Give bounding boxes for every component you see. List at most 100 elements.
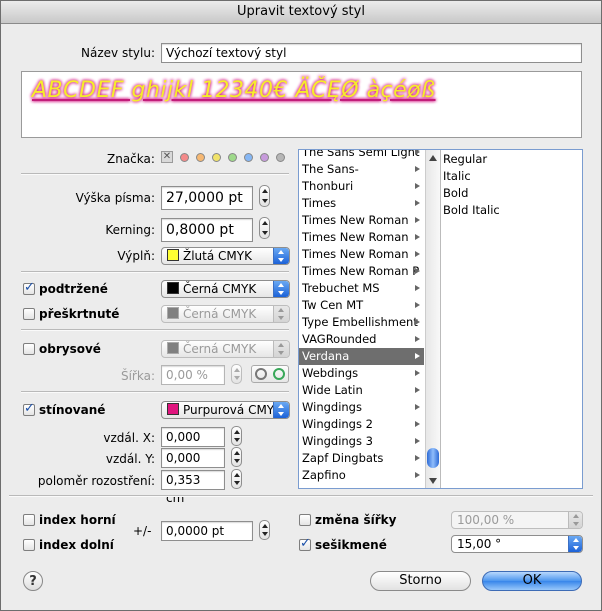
font-family-item[interactable]: Thonburi [299, 178, 424, 195]
shadow-dist-x-stepper[interactable] [231, 426, 242, 446]
font-family-item[interactable]: Times New Roman P [299, 263, 424, 280]
font-family-name: Times New Roman P [302, 264, 420, 278]
outline-position-segment[interactable] [251, 365, 289, 383]
font-family-item[interactable]: Wingdings 3 [299, 433, 424, 450]
tag-green-dot[interactable] [228, 153, 237, 162]
submenu-arrow-icon [415, 268, 420, 274]
font-family-item[interactable]: Zapfino [299, 467, 424, 482]
font-size-input[interactable]: 27,0000 pt [161, 186, 253, 210]
width-change-combobox[interactable]: 100,00 % [451, 511, 583, 529]
font-family-name: Times [302, 196, 337, 210]
scroll-down-arrow-icon[interactable] [429, 478, 437, 484]
submenu-arrow-icon [415, 166, 420, 172]
font-family-name: Trebuchet MS [302, 281, 380, 295]
slant-checkbox[interactable] [299, 536, 311, 551]
font-family-item[interactable]: Wide Latin [299, 382, 424, 399]
tag-gray-dot[interactable] [276, 153, 285, 162]
style-name-input[interactable]: Výchozí textový styl [161, 43, 582, 63]
submenu-arrow-icon [415, 421, 420, 427]
submenu-arrow-icon [415, 387, 420, 393]
font-style-item[interactable]: Italic [441, 168, 500, 185]
font-family-item[interactable]: The Sans Semi Light [299, 150, 424, 161]
strikethrough-checkbox[interactable] [23, 308, 35, 320]
font-family-scrollbar[interactable] [425, 150, 441, 488]
submenu-arrow-icon [415, 404, 420, 410]
font-family-item[interactable]: The Sans- [299, 161, 424, 178]
font-style-item[interactable]: Bold Italic [441, 202, 500, 219]
font-style-item[interactable]: Bold [441, 185, 500, 202]
outline-label: obrysové [39, 342, 101, 356]
offset-input[interactable]: 0,0000 pt [161, 521, 253, 541]
shadow-blur-stepper[interactable] [231, 469, 242, 489]
offset-stepper[interactable] [259, 520, 270, 540]
kerning-input[interactable]: 0,8000 pt [161, 218, 253, 242]
submenu-arrow-icon [415, 302, 420, 308]
tag-none-icon[interactable]: ✕ [161, 151, 173, 163]
submenu-arrow-icon [415, 234, 420, 240]
submenu-arrow-icon [415, 200, 420, 206]
font-family-name: The Sans- [302, 162, 359, 176]
shadow-blur-input[interactable]: 0,353 cm [161, 470, 225, 505]
font-family-item[interactable]: Verdana [299, 348, 424, 365]
font-family-item[interactable]: Type Embellishment [299, 314, 424, 331]
outline-outside-icon[interactable] [255, 368, 267, 380]
font-family-item[interactable]: Wingdings 2 [299, 416, 424, 433]
tag-label: Značka: [107, 152, 155, 166]
kerning-stepper[interactable] [259, 217, 270, 239]
tag-orange-dot[interactable] [196, 153, 205, 162]
font-style-item[interactable]: Regular [441, 151, 500, 168]
font-family-item[interactable]: Times New Roman [299, 229, 424, 246]
font-family-item[interactable]: VAGRounded [299, 331, 424, 348]
font-family-item[interactable]: Times New Roman [299, 246, 424, 263]
fill-color-popup[interactable]: Žlutá CMYK [161, 247, 290, 265]
font-family-item[interactable]: Zapf Dingbats [299, 450, 424, 467]
subscript-checkbox[interactable] [23, 539, 35, 551]
font-family-item[interactable]: Trebuchet MS [299, 280, 424, 297]
font-family-item[interactable]: Wingdings [299, 399, 424, 416]
shadow-color-popup[interactable]: Purpurová CMY [161, 401, 290, 419]
font-family-list[interactable]: The Sans Semi Light The Sans- Thonburi Time… [299, 150, 424, 482]
underline-color-popup[interactable]: Černá CMYK [161, 280, 290, 298]
submenu-arrow-icon [415, 319, 420, 325]
font-family-item[interactable]: Webdings [299, 365, 424, 382]
strikethrough-color-popup[interactable]: Černá CMYK [161, 305, 290, 323]
font-style-list[interactable]: Regular Italic Bold Bold Italic [441, 151, 500, 219]
shadow-dist-y-input[interactable]: 0,000 cm [161, 448, 225, 483]
shadow-dist-x-label: vzdál. X: [103, 431, 155, 445]
tag-blue-dot[interactable] [244, 153, 253, 162]
combo-arrow-icon [568, 536, 582, 552]
font-family-item[interactable]: Times New Roman [299, 212, 424, 229]
outline-checkbox[interactable] [23, 343, 35, 355]
fill-color-swatch [167, 249, 179, 261]
subscript-label: index dolní [39, 538, 114, 552]
ok-button[interactable]: OK [482, 571, 582, 591]
scroll-up-arrow-icon[interactable] [429, 155, 437, 161]
tag-purple-dot[interactable] [260, 153, 269, 162]
shadow-checkbox[interactable] [23, 401, 35, 416]
superscript-label: index horní [39, 513, 116, 527]
font-family-item[interactable]: Tw Cen MT [299, 297, 424, 314]
cancel-button[interactable]: Storno [370, 571, 471, 591]
slant-combobox[interactable]: 15,00 ° [451, 535, 583, 553]
slant-label: sešikmené [315, 538, 387, 552]
outline-width-input[interactable]: 0,00 % [161, 365, 225, 385]
underline-checkbox[interactable] [23, 280, 35, 295]
font-size-stepper[interactable] [259, 185, 270, 207]
outline-width-stepper[interactable] [231, 364, 242, 384]
width-change-checkbox[interactable] [299, 514, 311, 526]
font-browser: The Sans Semi Light The Sans- Thonburi Time… [298, 149, 583, 489]
scroll-thumb[interactable] [427, 448, 439, 468]
tag-red-dot[interactable] [180, 153, 189, 162]
strikethrough-color-value: Černá CMYK [183, 307, 257, 321]
superscript-checkbox[interactable] [23, 514, 35, 526]
tag-yellow-dot[interactable] [212, 153, 221, 162]
shadow-dist-y-stepper[interactable] [231, 447, 242, 467]
help-button[interactable]: ? [23, 571, 43, 591]
shadow-dist-x-input[interactable]: 0,000 cm [161, 427, 225, 462]
font-family-name: Times New Roman [302, 247, 409, 261]
font-family-item[interactable]: Times [299, 195, 424, 212]
outline-inside-icon[interactable] [273, 368, 285, 380]
shadow-color-swatch [167, 403, 179, 415]
offset-label: +/- [133, 524, 152, 538]
outline-color-popup[interactable]: Černá CMYK [161, 340, 290, 358]
